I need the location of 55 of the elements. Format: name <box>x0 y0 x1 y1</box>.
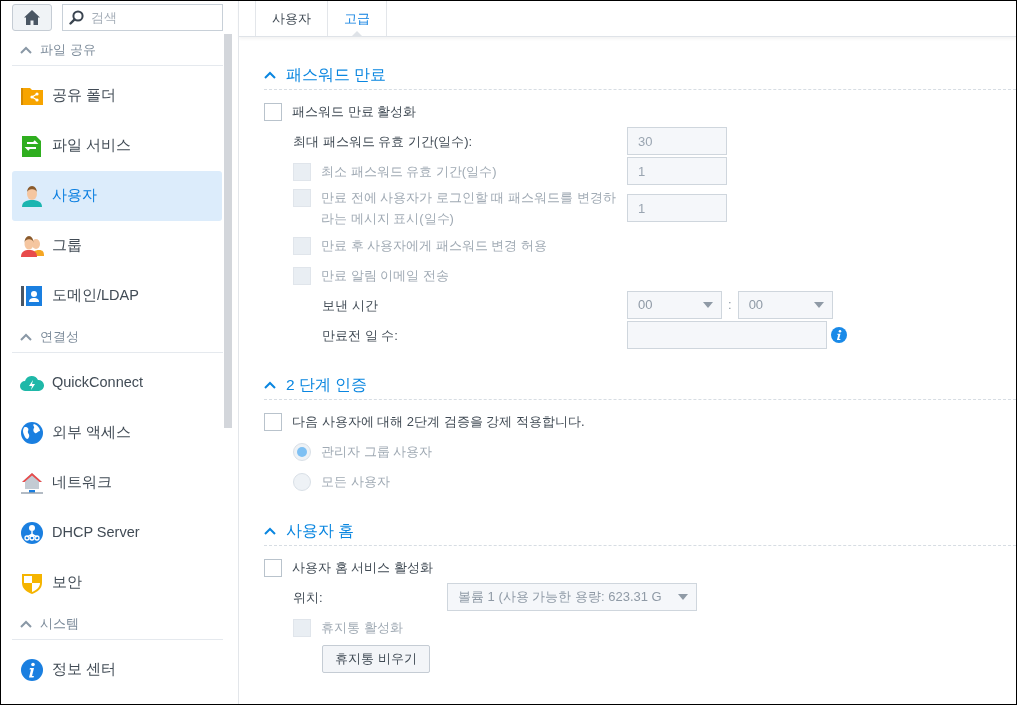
caret-icon <box>813 302 824 308</box>
field-label: 만료전 일 수: <box>322 326 398 345</box>
home-icon <box>24 10 40 25</box>
field-label: 보낸 시간 <box>322 296 378 315</box>
sidebar-section-title: 연결성 <box>40 327 79 346</box>
sidebar-item[interactable]: 공유 폴더 <box>12 71 222 121</box>
sidebar-item[interactable]: 보안 <box>12 558 222 608</box>
section-title: 패스워드 만료 <box>286 64 387 85</box>
scrollbar-thumb[interactable] <box>224 34 232 428</box>
user-icon <box>20 184 44 208</box>
checkbox-label: 사용자 홈 서비스 활성화 <box>292 558 433 577</box>
checkbox-label: 패스워드 만료 활성화 <box>292 102 417 121</box>
checkbox-label: 만료 후 사용자에게 패스워드 변경 허용 <box>321 236 548 255</box>
sidebar-item[interactable]: 파일 서비스 <box>12 121 222 171</box>
checkbox-label: 만료 알림 이메일 전송 <box>321 266 449 285</box>
checkbox-label: 만료 전에 사용자가 로그인할 때 패스워드를 변경하라는 메시지 표시(일수) <box>321 189 617 228</box>
home-button[interactable] <box>12 4 52 31</box>
document-arrows-icon <box>20 134 44 158</box>
info-icon <box>831 327 847 343</box>
checkbox-label: 휴지통 활성화 <box>321 618 403 637</box>
sidebar-item[interactable]: DHCP Server <box>12 508 222 558</box>
sidebar-item[interactable]: QuickConnect <box>12 358 222 408</box>
input-field[interactable] <box>627 321 827 349</box>
checkbox[interactable] <box>264 102 282 121</box>
sidebar-item[interactable]: 사용자 <box>12 171 222 221</box>
sidebar-item[interactable]: 그룹 <box>12 221 222 271</box>
house-network-icon <box>20 471 44 495</box>
search-field[interactable]: 검색 <box>62 4 223 31</box>
radio-label: 모든 사용자 <box>321 472 390 491</box>
checkbox[interactable] <box>264 558 282 577</box>
sidebar-section-title: 파일 공유 <box>40 40 96 59</box>
section-title: 사용자 홈 <box>286 520 355 541</box>
sidebar-section-title: 시스템 <box>40 614 79 633</box>
tab[interactable]: 고급 <box>327 1 387 36</box>
section-title: 2 단계 인증 <box>286 374 368 395</box>
radio-label: 관리자 그룹 사용자 <box>321 442 433 461</box>
checkbox[interactable] <box>264 412 282 431</box>
caret-icon <box>678 594 688 600</box>
shield-icon <box>20 571 44 595</box>
tab[interactable]: 사용자 <box>255 1 327 36</box>
network-nodes-icon <box>20 521 44 545</box>
field-label: 위치: <box>293 588 323 607</box>
info-icon <box>20 658 44 682</box>
id-card-icon <box>20 284 44 308</box>
time-separator: : <box>728 296 732 315</box>
sidebar-item[interactable]: 네트워크 <box>12 458 222 508</box>
caret-icon <box>703 302 713 308</box>
sidebar-item[interactable]: 외부 액세스 <box>12 408 222 458</box>
sidebar-item[interactable]: 도메인/LDAP <box>12 271 222 321</box>
sidebar-item[interactable]: 정보 센터 <box>12 645 222 695</box>
globe-icon <box>20 421 44 445</box>
field-label: 최대 패스워드 유효 기간(일수): <box>293 132 473 151</box>
group-icon <box>20 234 44 258</box>
checkbox-label: 최소 패스워드 유효 기간(일수) <box>321 162 497 181</box>
checkbox-label: 다음 사용자에 대해 2단계 검증을 강제 적용합니다. <box>292 412 585 431</box>
